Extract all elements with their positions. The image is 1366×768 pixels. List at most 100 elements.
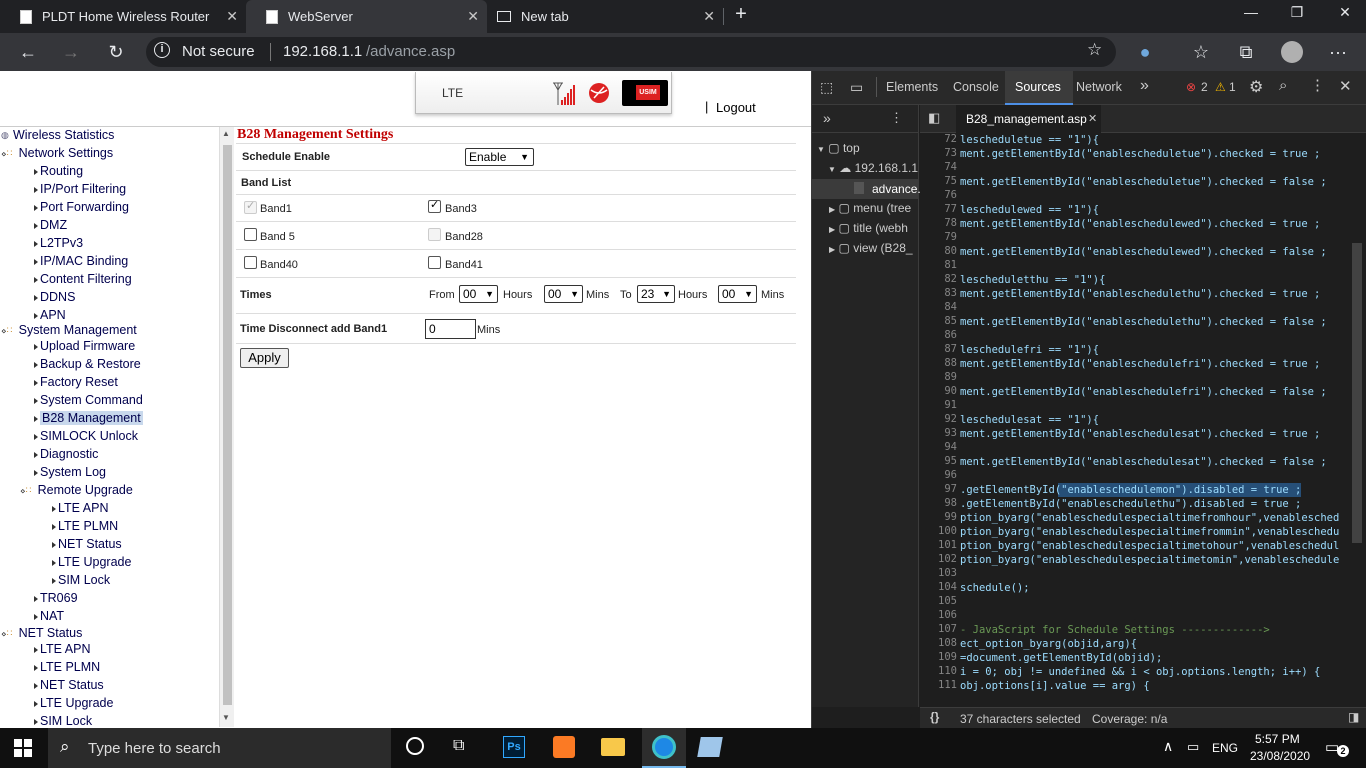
file-tab[interactable]: B28_management.asp ✕: [956, 105, 1101, 133]
to-mins-select[interactable]: 00 ▼: [718, 285, 757, 303]
xampp-icon[interactable]: [553, 736, 575, 758]
info-icon[interactable]: i: [154, 42, 170, 58]
tree-item-lte-upgrade[interactable]: LTE Upgrade: [52, 554, 131, 571]
close-icon[interactable]: ✕: [703, 8, 715, 25]
tree-item-lte-plmn-2[interactable]: LTE PLMN: [34, 659, 100, 676]
tree-item-tr069[interactable]: TR069: [34, 590, 78, 607]
line-number[interactable]: 100: [920, 525, 957, 537]
tree-item-ddns[interactable]: DDNS: [34, 289, 75, 306]
line-number[interactable]: 81: [920, 259, 957, 271]
band1-checkbox[interactable]: ✓: [244, 200, 257, 214]
band40-checkbox[interactable]: [244, 256, 257, 269]
code-line[interactable]: 106: [920, 609, 1366, 623]
code-line[interactable]: 78 ment.getElementById("enableschedulewed…: [920, 217, 1366, 231]
tree-title[interactable]: ▶ ▢ title (webh: [829, 221, 908, 235]
code-line[interactable]: 103: [920, 567, 1366, 581]
line-number[interactable]: 105: [920, 595, 957, 607]
forward-icon[interactable]: →: [60, 42, 82, 63]
tree-item-port-forwarding[interactable]: Port Forwarding: [34, 199, 129, 216]
tab-console[interactable]: Console: [953, 80, 999, 94]
braces-icon[interactable]: {}: [930, 710, 939, 724]
tree-item-system-log[interactable]: System Log: [34, 464, 106, 481]
code-line[interactable]: 84: [920, 301, 1366, 315]
sidebar-toggle-icon[interactable]: ◨: [1348, 710, 1359, 724]
tree-item-upload-firmware[interactable]: Upload Firmware: [34, 338, 135, 355]
line-number[interactable]: 110: [920, 665, 957, 677]
line-number[interactable]: 99: [920, 511, 957, 523]
tree-scrollbar[interactable]: ▲ ▼: [219, 127, 234, 727]
code-line[interactable]: 82 lescheduletthu == "1"){: [920, 273, 1366, 287]
code-line[interactable]: 93 ment.getElementById("enableschedulesat…: [920, 427, 1366, 441]
line-number[interactable]: 109: [920, 651, 957, 663]
cortana-icon[interactable]: [406, 737, 424, 755]
tree-top[interactable]: ▼ ▢ top: [817, 141, 860, 155]
code-line[interactable]: 77 leschedulewed == "1"){: [920, 203, 1366, 217]
code-line[interactable]: 83 ment.getElementById("enableschedulethu…: [920, 287, 1366, 301]
error-icon[interactable]: ⊗: [1186, 80, 1196, 94]
line-number[interactable]: 85: [920, 315, 957, 327]
tree-item-factory-reset[interactable]: Factory Reset: [34, 374, 118, 391]
refresh-icon[interactable]: ↻: [105, 42, 127, 63]
toggle-navigator-icon[interactable]: ◧: [928, 110, 940, 126]
code-line[interactable]: 105: [920, 595, 1366, 609]
line-number[interactable]: 76: [920, 189, 957, 201]
tree-item-system-command[interactable]: System Command: [34, 392, 143, 409]
from-hours-select[interactable]: 00 ▼: [459, 285, 498, 303]
windows-icon[interactable]: [14, 739, 32, 757]
app-icon[interactable]: [697, 737, 723, 757]
line-number[interactable]: 86: [920, 329, 957, 341]
tree-item-net-status-2[interactable]: NET Status: [34, 677, 104, 694]
line-number[interactable]: 72: [920, 133, 957, 145]
tree-item-lte-apn[interactable]: LTE APN: [52, 500, 108, 517]
line-number[interactable]: 79: [920, 231, 957, 243]
tab-webserver[interactable]: WebServer ✕: [246, 0, 487, 33]
tab-pldt[interactable]: PLDT Home Wireless Router ✕: [0, 0, 246, 33]
line-number[interactable]: 75: [920, 175, 957, 187]
to-hours-select[interactable]: 23 ▼: [637, 285, 675, 303]
line-number[interactable]: 83: [920, 287, 957, 299]
tree-host[interactable]: ▼ ☁ 192.168.1.1: [828, 161, 918, 175]
favorite-star-icon[interactable]: ☆: [1087, 40, 1102, 60]
code-line[interactable]: 108 ect_option_byarg(objid,arg){: [920, 637, 1366, 651]
inspect-icon[interactable]: ⬚: [820, 79, 833, 96]
language-indicator[interactable]: ENG: [1212, 741, 1238, 755]
tree-item-lte-plmn[interactable]: LTE PLMN: [52, 518, 118, 535]
line-number[interactable]: 104: [920, 581, 957, 593]
line-number[interactable]: 88: [920, 357, 957, 369]
line-number[interactable]: 97: [920, 483, 957, 495]
code-line[interactable]: 75 ment.getElementById("enablescheduletue…: [920, 175, 1366, 189]
tree-file-selected[interactable]: advance.: [812, 179, 921, 199]
code-line[interactable]: 97 .getElementById("enableschedulemon").d…: [920, 483, 1366, 497]
new-tab-icon[interactable]: +: [731, 3, 751, 26]
more-icon[interactable]: ⋮: [890, 110, 903, 126]
tree-item-sim-lock-2[interactable]: SIM Lock: [34, 713, 92, 727]
line-number[interactable]: 106: [920, 609, 957, 621]
task-view-icon[interactable]: ⧉: [453, 737, 464, 755]
tree-item-dmz[interactable]: DMZ: [34, 217, 67, 234]
tree-item-routing[interactable]: Routing: [34, 163, 83, 180]
line-number[interactable]: 107: [920, 623, 957, 635]
close-window-icon[interactable]: ✕: [1335, 4, 1355, 21]
avatar[interactable]: [1281, 41, 1303, 63]
tab-sources[interactable]: Sources: [1005, 71, 1073, 105]
line-number[interactable]: 96: [920, 469, 957, 481]
line-number[interactable]: 82: [920, 273, 957, 285]
tree-item-net-status[interactable]: NET Status: [52, 536, 122, 553]
code-line[interactable]: 88 ment.getElementById("enableschedulefri…: [920, 357, 1366, 371]
close-icon[interactable]: ✕: [226, 8, 238, 25]
code-line[interactable]: 95 ment.getElementById("enableschedulesat…: [920, 455, 1366, 469]
network-icon[interactable]: ▭: [1187, 739, 1199, 755]
tree-item-lte-upgrade-2[interactable]: LTE Upgrade: [34, 695, 113, 712]
tree-item-b28-management[interactable]: B28 Management: [34, 410, 143, 427]
code-line[interactable]: 102 ption_byarg("enableschedulespecialtim…: [920, 553, 1366, 567]
code-line[interactable]: 94: [920, 441, 1366, 455]
more-icon[interactable]: ⋮: [1310, 76, 1325, 94]
line-number[interactable]: 74: [920, 161, 957, 173]
tree-item-l2tpv3[interactable]: L2TPv3: [34, 235, 83, 252]
line-number[interactable]: 111: [920, 679, 957, 691]
close-icon[interactable]: ✕: [467, 8, 479, 25]
line-number[interactable]: 90: [920, 385, 957, 397]
code-editor[interactable]: 72 lescheduletue == "1"){73 ment.getElemen…: [920, 133, 1366, 707]
more-icon[interactable]: ···: [1327, 42, 1349, 63]
tree-item-ip-mac-binding[interactable]: IP/MAC Binding: [34, 253, 128, 270]
